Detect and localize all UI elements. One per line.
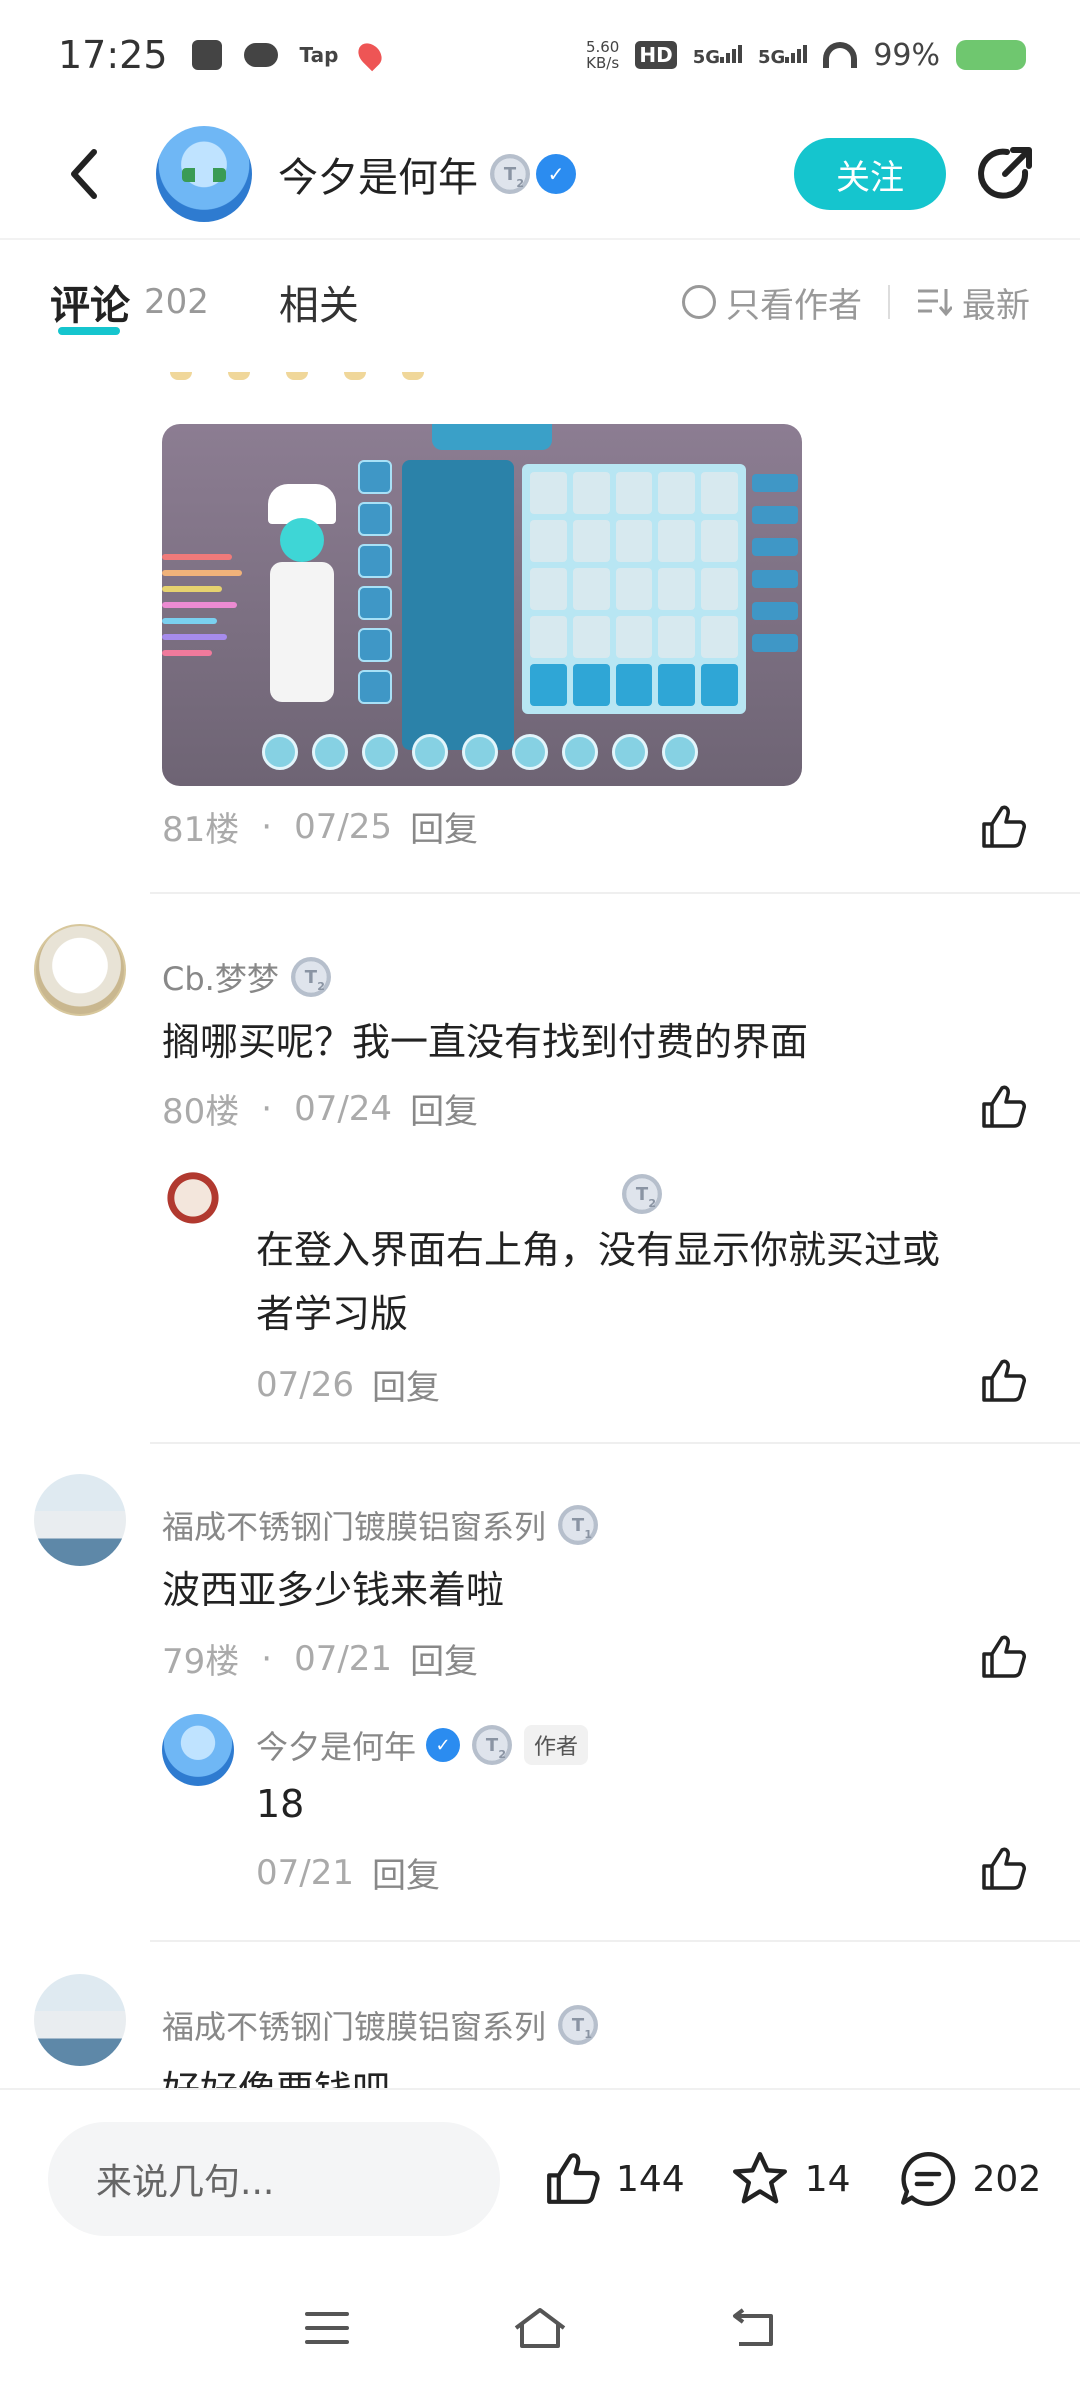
comment-count: 202 (972, 2158, 1042, 2200)
battery-icon (956, 40, 1026, 70)
comment-bubble-icon (900, 2152, 955, 2206)
reply-level: T2 (610, 1174, 662, 1214)
favorite-button[interactable]: 14 (729, 2148, 851, 2210)
reply-button[interactable]: 回复 (372, 1848, 440, 1897)
comment-button[interactable]: 202 (897, 2148, 1042, 2210)
game-character (262, 484, 342, 704)
avatar[interactable] (34, 1974, 126, 2066)
verified-icon: ✓ (426, 1728, 461, 1762)
status-bar: 17:25 Tap 5.60 KB/s HD 5G 5G 99% (0, 0, 1080, 110)
location-icon (354, 38, 387, 72)
menu-icon (304, 2312, 349, 2344)
comments-count: 202 (144, 282, 209, 322)
divider (150, 1940, 1080, 1942)
back-button[interactable] (54, 144, 114, 204)
author-name[interactable]: 今夕是何年 (278, 145, 478, 203)
signal-5g-icon-1: 5G (693, 43, 742, 68)
reply-button[interactable]: 回复 (410, 802, 478, 851)
like-button[interactable]: 144 (542, 2149, 685, 2209)
thumbs-up-icon (547, 2153, 600, 2204)
divider (150, 1442, 1080, 1444)
level-badge-icon: T1 (558, 1505, 599, 1545)
comment-meta: 80楼 · 07/24 回复 (162, 1084, 478, 1133)
cloud-icon (243, 43, 278, 67)
reply-button[interactable]: 回复 (410, 1634, 478, 1683)
level-badge-icon: T2 (622, 1174, 662, 1214)
thumbs-up-icon[interactable] (978, 1844, 1028, 1894)
sort-latest[interactable]: 最新 (962, 278, 1030, 327)
status-system-icons: 5.60 KB/s HD 5G 5G 99% (586, 38, 1026, 73)
battery-percent: 99% (873, 37, 940, 73)
only-author-filter[interactable]: 只看作者 (726, 278, 862, 327)
comment-username[interactable]: 福成不锈钢门镀膜铝窗系列 T1 (162, 1502, 599, 1548)
star-icon (732, 2152, 787, 2204)
comment-image[interactable] (162, 424, 802, 786)
reply-meta: 07/21 回复 (256, 1848, 440, 1897)
avatar[interactable] (34, 1474, 126, 1566)
system-nav-bar (0, 2268, 1080, 2388)
network-speed: 5.60 KB/s (585, 38, 620, 72)
level-badge-icon: T2 (472, 1725, 513, 1765)
home-button[interactable] (510, 2298, 570, 2358)
share-icon (978, 147, 1032, 199)
level-badge-icon: T1 (558, 2005, 599, 2045)
thumbs-up-icon[interactable] (978, 1082, 1028, 1132)
signal-5g-icon-2: 5G (758, 43, 808, 68)
status-time: 17:25 (58, 33, 168, 77)
comment-username[interactable]: Cb.梦梦 T2 (162, 954, 331, 1000)
chevron-left-icon (71, 149, 97, 199)
reply-username[interactable]: 今夕是何年 ✓ T2 作者 (256, 1722, 589, 1768)
reply-button[interactable]: 回复 (372, 1360, 440, 1409)
avatar[interactable] (162, 1170, 224, 1232)
app-notification-icon (191, 40, 222, 70)
back-nav-icon (733, 2308, 774, 2346)
comment-input[interactable]: 来说几句... (48, 2122, 500, 2236)
reply-meta: 07/26 回复 (256, 1360, 440, 1409)
like-count: 144 (616, 2158, 685, 2200)
taptap-icon: Tap (299, 43, 339, 67)
sort-icon[interactable] (916, 287, 952, 317)
comment-action-bar: 来说几句... 144 14 202 (0, 2088, 1080, 2268)
comment-feed[interactable]: 81楼 · 07/25 回复 Cb.梦梦 T2 搁哪买呢？我一直没有找到付费的界面 … (0, 362, 1080, 2088)
avatar[interactable] (162, 1714, 234, 1786)
post-header: 今夕是何年 T2 ✓ 关注 (0, 110, 1080, 240)
avatar[interactable] (34, 924, 126, 1016)
comment-text: 波西亚多少钱来着啦 (162, 1568, 505, 1612)
comment-filters: 只看作者 最新 (682, 278, 1080, 327)
reply-text: 在登入界面右上角，没有显示你就买过或 者学习版 (256, 1228, 941, 1336)
comment-text: 搁哪买呢？我一直没有找到付费的界面 (162, 1020, 809, 1064)
thumbs-up-icon[interactable] (978, 802, 1028, 852)
status-notification-icons: Tap (191, 38, 387, 72)
follow-button[interactable]: 关注 (794, 138, 946, 210)
favorite-count: 14 (804, 2158, 851, 2200)
emoji-row-partial (170, 372, 424, 380)
menu-button[interactable] (297, 2298, 357, 2358)
comment-meta: 81楼 · 07/25 回复 (162, 802, 478, 851)
share-button[interactable] (970, 139, 1040, 209)
hd-voice-icon: HD (635, 41, 677, 69)
wifi-icon (823, 42, 858, 68)
level-badge-icon: T2 (490, 154, 530, 194)
home-icon (514, 2308, 566, 2348)
author-tag: 作者 (524, 1725, 589, 1765)
reply-button[interactable]: 回复 (410, 1084, 478, 1133)
level-badge-icon: T2 (290, 957, 331, 997)
comment-text: 好好像要钱吧 (162, 2058, 390, 2088)
only-author-radio-icon[interactable] (682, 285, 716, 319)
thumbs-up-icon[interactable] (978, 1356, 1028, 1406)
back-nav-button[interactable] (723, 2298, 783, 2358)
thumbs-up-icon[interactable] (978, 1632, 1028, 1682)
tab-related[interactable]: 相关 (279, 273, 359, 331)
comment-meta: 79楼 · 07/21 回复 (162, 1634, 478, 1683)
tab-comments[interactable]: 评论 (50, 273, 130, 335)
reply-text: 18 (256, 1782, 305, 1826)
verified-icon: ✓ (536, 154, 576, 194)
filter-divider (888, 285, 890, 319)
comment-username[interactable]: 福成不锈钢门镀膜铝窗系列 T1 (162, 2002, 599, 2048)
divider (150, 892, 1080, 894)
author-avatar[interactable] (156, 126, 252, 222)
comment-tabs: 评论 202 相关 只看作者 最新 (0, 242, 1080, 362)
